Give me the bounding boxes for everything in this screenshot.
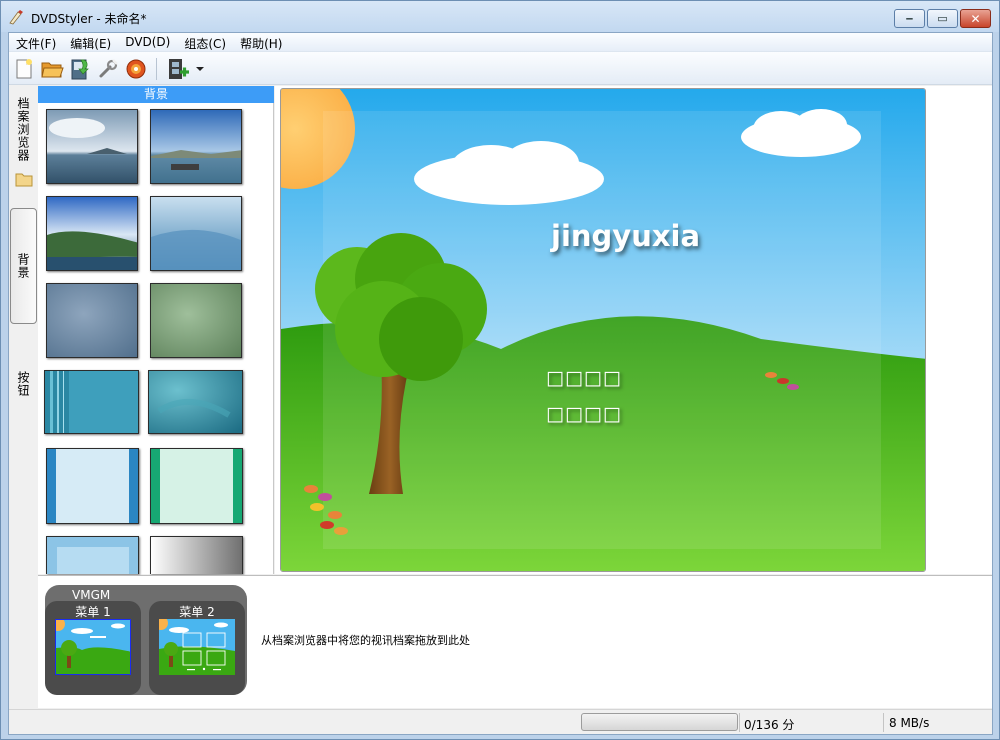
vmgm-label: VMGM [72,588,111,602]
tab-file-browser[interactable]: 档案浏览器 [10,94,37,164]
app-window: DVDStyler - 未命名* ‒ ▭ ✕ 文件(F) 编辑(E) DVD(D… [0,0,1000,740]
menu-2-card[interactable]: 菜单 2 [149,601,245,695]
open-button[interactable] [39,56,65,82]
tab-file-browser-label: 档案浏览器 [16,96,30,162]
tab-background-label: 背景 [16,253,30,279]
close-button[interactable]: ✕ [960,9,991,28]
toolbar [9,52,992,85]
tab-buttons-label: 按钮 [16,371,30,397]
background-thumb-green-frame[interactable] [150,448,243,524]
add-video-button[interactable] [165,56,191,82]
background-thumb-teal-stripes[interactable] [44,370,139,434]
menu-1-thumbnail [55,619,131,675]
menu-bar: 文件(F) 编辑(E) DVD(D) 组态(C) 帮助(H) [9,33,992,52]
menu-edit[interactable]: 编辑(E) [63,33,118,52]
dvdstyler-app-icon [9,10,23,25]
settings-button[interactable] [95,56,121,82]
maximize-icon: ▭ [937,12,948,25]
background-thumb-light-blue[interactable] [46,536,139,574]
tab-background[interactable]: 背景 [10,208,37,324]
new-file-icon [16,59,32,79]
background-thumb-sage-green[interactable] [150,283,242,358]
open-folder-icon [41,62,64,78]
dropdown-arrow-icon [196,67,204,71]
tab-buttons[interactable]: 按钮 [10,348,37,420]
title-bar[interactable]: DVDStyler - 未命名* ‒ ▭ ✕ [1,1,999,32]
menu-2-label: 菜单 2 [179,605,215,619]
minimize-icon: ‒ [905,12,914,25]
menu-button-1[interactable]: □□□□ [546,367,622,389]
background-thumb-teal-texture[interactable] [148,370,243,434]
client-area: 文件(F) 编辑(E) DVD(D) 组态(C) 帮助(H) 档案浏览器 背景 … [8,32,993,735]
background-thumb-coast-forest[interactable] [46,196,138,271]
burn-button[interactable] [123,56,149,82]
disc-usage-text: 0/136 分 [744,718,795,732]
menu-button-2[interactable]: □□□□ [546,403,622,425]
save-icon [71,59,89,80]
vmgm-group[interactable]: VMGM 菜单 1 菜单 2 [45,585,247,695]
toolbar-separator [156,58,157,80]
vertical-tabs: 档案浏览器 背景 按钮 [9,86,38,574]
background-thumb-harbor-ship[interactable] [150,109,242,184]
burn-disc-icon [126,59,146,79]
new-button[interactable] [11,56,37,82]
menu-help[interactable]: 帮助(H) [233,33,289,52]
bitrate-text: 8 MB/s [889,716,930,730]
titleset-area: VMGM 菜单 1 菜单 2 从档案浏览器中将您的视讯档案拖放到此处 [38,575,992,708]
background-thumb-blue-mist[interactable] [150,196,242,271]
status-separator [883,713,884,732]
close-icon: ✕ [970,11,981,26]
background-thumb-blue-frame[interactable] [46,448,139,524]
background-thumb-gray-gradient[interactable] [150,536,243,574]
menu-background-image [281,89,925,571]
panel-header: 背景 [38,86,274,103]
drop-videos-hint: 从档案浏览器中将您的视讯档案拖放到此处 [261,634,470,647]
save-button[interactable] [67,56,93,82]
add-video-icon [169,59,189,79]
minimize-button[interactable]: ‒ [894,9,925,28]
menu-1-label: 菜单 1 [75,605,111,619]
settings-wrench-icon [99,59,118,78]
menu-1-card[interactable]: 菜单 1 [45,601,141,695]
menu-config[interactable]: 组态(C) [177,33,233,52]
window-title: DVDStyler - 未命名* [31,12,147,26]
folder-icon [15,173,33,187]
background-thumb-sea-clouds[interactable] [46,109,138,184]
background-panel: 背景 [38,86,304,574]
menu-file[interactable]: 文件(F) [9,33,63,52]
menu-dvd[interactable]: DVD(D) [118,33,177,52]
status-separator [739,713,740,732]
menu-title-text[interactable]: jingyuxia [551,219,700,253]
add-dropdown-button[interactable] [193,56,207,82]
status-bar: 0/136 分 8 MB/s [9,709,992,734]
menu-canvas[interactable]: jingyuxia □□□□ □□□□ [280,88,926,572]
maximize-button[interactable]: ▭ [927,9,958,28]
menu-2-thumbnail [159,619,235,675]
background-thumb-slate-blue[interactable] [46,283,138,358]
disc-usage-progress [581,713,738,731]
menu-editor-area: jingyuxia □□□□ □□□□ [275,86,992,574]
